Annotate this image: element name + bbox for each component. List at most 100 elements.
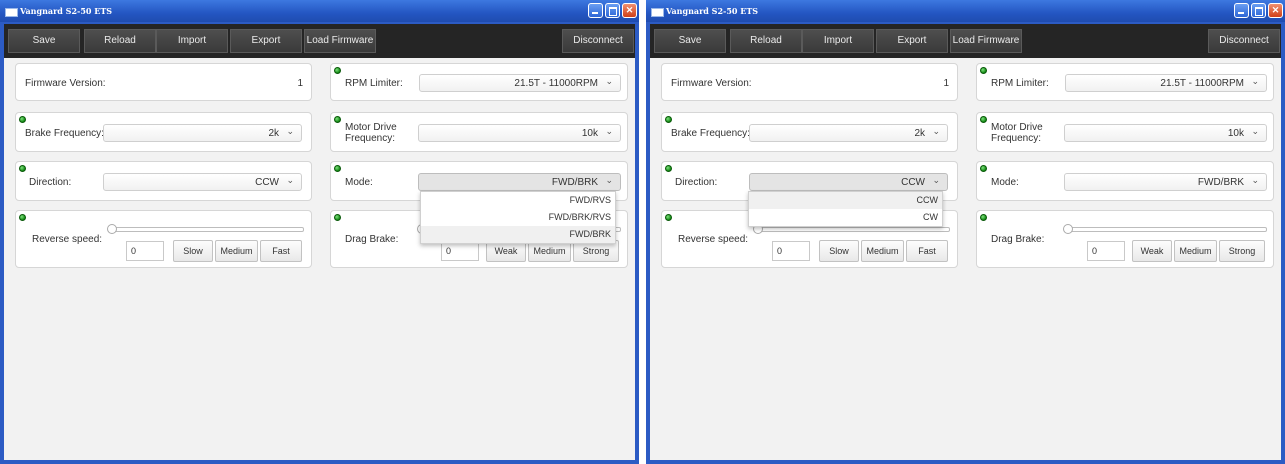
reload-button[interactable]: Reload bbox=[730, 29, 802, 53]
load-firmware-button[interactable]: Load Firmware bbox=[950, 29, 1022, 53]
reverse-speed-slider[interactable] bbox=[112, 227, 304, 232]
chevron-down-icon: ⌄ bbox=[932, 126, 940, 136]
client-area: Save Reload Import Export Load Firmware … bbox=[650, 24, 1281, 460]
mode-value: FWD/BRK bbox=[551, 177, 598, 188]
direction-value: CCW bbox=[901, 177, 925, 188]
export-button[interactable]: Export bbox=[876, 29, 948, 53]
minimize-button[interactable] bbox=[1234, 3, 1249, 18]
direction-panel: Direction: CCW ⌄ bbox=[15, 161, 312, 201]
direction-select[interactable]: CCW ⌄ bbox=[749, 173, 948, 191]
mode-label: Mode: bbox=[345, 177, 373, 188]
window-title: Vangnard S2-50 ETS bbox=[20, 6, 113, 16]
reverse-speed-input[interactable]: 0 bbox=[772, 241, 810, 261]
chevron-down-icon: ⌄ bbox=[605, 175, 613, 185]
brake-frequency-value: 2k bbox=[914, 128, 925, 139]
slow-button[interactable]: Slow bbox=[173, 240, 213, 262]
rpm-limiter-label: RPM Limiter: bbox=[991, 78, 1049, 89]
drag-brake-label: Drag Brake: bbox=[991, 234, 1045, 245]
brake-frequency-label: Brake Frequency: bbox=[25, 128, 104, 139]
direction-dropdown-list: CCW CW bbox=[748, 191, 943, 227]
mode-select[interactable]: FWD/BRK ⌄ bbox=[1064, 173, 1267, 191]
brake-frequency-select[interactable]: 2k ⌄ bbox=[103, 124, 302, 142]
drag-brake-slider-handle[interactable] bbox=[1063, 224, 1073, 234]
mode-option-fwd-brk-rvs[interactable]: FWD/BRK/RVS bbox=[421, 209, 615, 226]
close-button[interactable]: ✕ bbox=[622, 3, 637, 18]
status-led-icon bbox=[19, 165, 26, 172]
import-button[interactable]: Import bbox=[802, 29, 874, 53]
close-button[interactable]: ✕ bbox=[1268, 3, 1283, 18]
rpm-limiter-select[interactable]: 21.5T - 11000RPM ⌄ bbox=[419, 74, 621, 92]
export-button[interactable]: Export bbox=[230, 29, 302, 53]
status-led-icon bbox=[334, 67, 341, 74]
fast-button[interactable]: Fast bbox=[906, 240, 948, 262]
chevron-down-icon: ⌄ bbox=[1251, 76, 1259, 86]
direction-option-cw[interactable]: CW bbox=[749, 209, 942, 226]
status-led-icon bbox=[334, 116, 341, 123]
rpm-limiter-panel: RPM Limiter: 21.5T - 11000RPM ⌄ bbox=[976, 63, 1274, 101]
maximize-button[interactable] bbox=[605, 3, 620, 18]
disconnect-button[interactable]: Disconnect bbox=[1208, 29, 1280, 53]
motor-drive-label-line2: Frequency: bbox=[991, 133, 1042, 144]
rpm-limiter-select[interactable]: 21.5T - 11000RPM ⌄ bbox=[1065, 74, 1267, 92]
motor-drive-label-line1: Motor Drive bbox=[991, 122, 1043, 133]
status-led-icon bbox=[665, 165, 672, 172]
fast-button[interactable]: Fast bbox=[260, 240, 302, 262]
reverse-speed-slider-handle[interactable] bbox=[107, 224, 117, 234]
slow-button[interactable]: Slow bbox=[819, 240, 859, 262]
medium-button[interactable]: Medium bbox=[861, 240, 904, 262]
chevron-down-icon: ⌄ bbox=[605, 126, 613, 136]
chevron-down-icon: ⌄ bbox=[932, 175, 940, 185]
direction-value: CCW bbox=[255, 177, 279, 188]
chevron-down-icon: ⌄ bbox=[1251, 126, 1259, 136]
motor-drive-frequency-select[interactable]: 10k ⌄ bbox=[1064, 124, 1267, 142]
mode-option-fwd-rvs[interactable]: FWD/RVS bbox=[421, 192, 615, 209]
rpm-limiter-label: RPM Limiter: bbox=[345, 78, 403, 89]
medium-button[interactable]: Medium bbox=[1174, 240, 1217, 262]
reverse-speed-panel: Reverse speed: 0 Slow Medium Fast bbox=[15, 210, 312, 268]
maximize-button[interactable] bbox=[1251, 3, 1266, 18]
firmware-value: 1 bbox=[943, 78, 949, 89]
status-led-icon bbox=[334, 214, 341, 221]
reverse-speed-slider[interactable] bbox=[758, 227, 950, 232]
window-mode-open: Vangnard S2-50 ETS ✕ Save Reload Import … bbox=[0, 0, 639, 464]
minimize-icon bbox=[592, 12, 598, 14]
maximize-icon bbox=[609, 7, 617, 16]
title-bar[interactable]: Vangnard S2-50 ETS ✕ bbox=[0, 0, 639, 22]
strong-button[interactable]: Strong bbox=[1219, 240, 1265, 262]
app-window-icon bbox=[5, 8, 18, 17]
status-led-icon bbox=[980, 116, 987, 123]
motor-drive-frequency-select[interactable]: 10k ⌄ bbox=[418, 124, 621, 142]
maximize-icon bbox=[1255, 7, 1263, 16]
mode-option-fwd-brk[interactable]: FWD/BRK bbox=[421, 226, 615, 243]
direction-label: Direction: bbox=[29, 177, 72, 188]
firmware-label: Firmware Version: bbox=[25, 78, 106, 89]
medium-button[interactable]: Medium bbox=[215, 240, 258, 262]
firmware-value: 1 bbox=[297, 78, 303, 89]
client-area: Save Reload Import Export Load Firmware … bbox=[4, 24, 635, 460]
drag-brake-slider[interactable] bbox=[1069, 227, 1267, 232]
firmware-panel: Firmware Version: 1 bbox=[661, 63, 958, 101]
direction-select[interactable]: CCW ⌄ bbox=[103, 173, 302, 191]
import-button[interactable]: Import bbox=[156, 29, 228, 53]
title-bar[interactable]: Vangnard S2-50 ETS ✕ bbox=[646, 0, 1285, 22]
status-led-icon bbox=[980, 214, 987, 221]
mode-select[interactable]: FWD/BRK ⌄ bbox=[418, 173, 621, 191]
direction-option-ccw[interactable]: CCW bbox=[749, 192, 942, 209]
firmware-label: Firmware Version: bbox=[671, 78, 752, 89]
brake-frequency-select[interactable]: 2k ⌄ bbox=[749, 124, 948, 142]
weak-button[interactable]: Weak bbox=[1132, 240, 1172, 262]
drag-brake-input[interactable]: 0 bbox=[1087, 241, 1125, 261]
reverse-speed-input[interactable]: 0 bbox=[126, 241, 164, 261]
reload-button[interactable]: Reload bbox=[84, 29, 156, 53]
save-button[interactable]: Save bbox=[8, 29, 80, 53]
app-window-icon bbox=[651, 8, 664, 17]
motor-drive-frequency-value: 10k bbox=[1227, 128, 1244, 139]
drag-brake-input[interactable]: 0 bbox=[441, 241, 479, 261]
mode-dropdown-list: FWD/RVS FWD/BRK/RVS FWD/BRK bbox=[420, 191, 616, 244]
brake-frequency-panel: Brake Frequency: 2k ⌄ bbox=[661, 112, 958, 152]
minimize-button[interactable] bbox=[588, 3, 603, 18]
window-direction-open: Vangnard S2-50 ETS ✕ Save Reload Import … bbox=[646, 0, 1285, 464]
load-firmware-button[interactable]: Load Firmware bbox=[304, 29, 376, 53]
disconnect-button[interactable]: Disconnect bbox=[562, 29, 634, 53]
save-button[interactable]: Save bbox=[654, 29, 726, 53]
